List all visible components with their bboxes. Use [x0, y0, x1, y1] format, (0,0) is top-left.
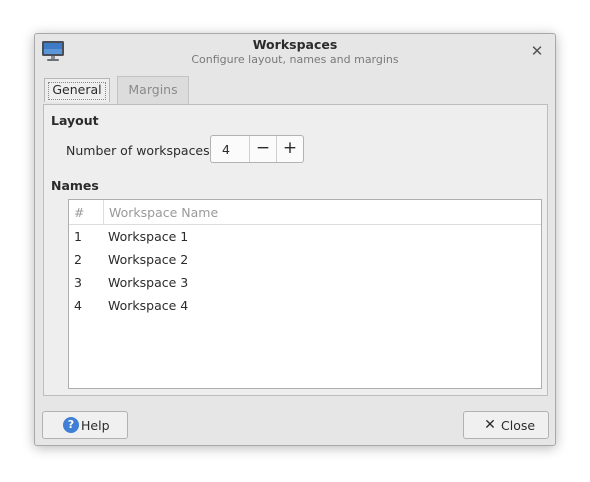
row-name[interactable]: Workspace 1	[108, 229, 188, 244]
column-divider	[103, 200, 104, 224]
table-row[interactable]: 4 Workspace 4	[69, 295, 541, 318]
decrement-button[interactable]: −	[249, 136, 276, 162]
column-header-number[interactable]: #	[74, 205, 84, 220]
row-number: 1	[74, 229, 82, 244]
table-row[interactable]: 1 Workspace 1	[69, 226, 541, 249]
table-row[interactable]: 3 Workspace 3	[69, 272, 541, 295]
tab-margins[interactable]: Margins	[117, 76, 189, 104]
table-row[interactable]: 2 Workspace 2	[69, 249, 541, 272]
names-heading: Names	[51, 178, 99, 193]
window-subtitle: Configure layout, names and margins	[191, 53, 399, 66]
general-panel: Layout Number of workspaces: 4 − + Names…	[43, 104, 548, 396]
row-number: 4	[74, 298, 82, 313]
layout-heading: Layout	[51, 113, 99, 128]
increment-button[interactable]: +	[276, 136, 303, 162]
close-button-label: Close	[501, 418, 536, 433]
help-icon: ?	[63, 417, 79, 433]
row-name[interactable]: Workspace 2	[108, 252, 188, 267]
row-name[interactable]: Workspace 3	[108, 275, 188, 290]
titlebar[interactable]: Workspaces Configure layout, names and m…	[35, 34, 555, 70]
workspace-names-table[interactable]: # Workspace Name 1 Workspace 1 2 Workspa…	[68, 199, 542, 389]
row-number: 3	[74, 275, 82, 290]
close-icon[interactable]: ✕	[529, 43, 545, 59]
column-header-name[interactable]: Workspace Name	[109, 205, 218, 220]
focus-ring	[48, 82, 106, 100]
close-x-icon: ✕	[484, 417, 496, 433]
close-button[interactable]: ✕ Close	[463, 411, 549, 439]
row-number: 2	[74, 252, 82, 267]
help-button[interactable]: ? Help	[42, 411, 128, 439]
table-header: # Workspace Name	[69, 200, 541, 225]
help-button-label: Help	[81, 418, 110, 433]
workspaces-stepper[interactable]: 4 − +	[210, 135, 304, 163]
workspaces-count-input[interactable]: 4	[222, 142, 230, 157]
row-name[interactable]: Workspace 4	[108, 298, 188, 313]
num-workspaces-label: Number of workspaces:	[66, 143, 214, 158]
tab-general[interactable]: General	[44, 78, 110, 102]
workspaces-dialog: Workspaces Configure layout, names and m…	[34, 33, 556, 446]
tab-margins-label: Margins	[128, 82, 178, 97]
window-title: Workspaces	[252, 37, 338, 52]
